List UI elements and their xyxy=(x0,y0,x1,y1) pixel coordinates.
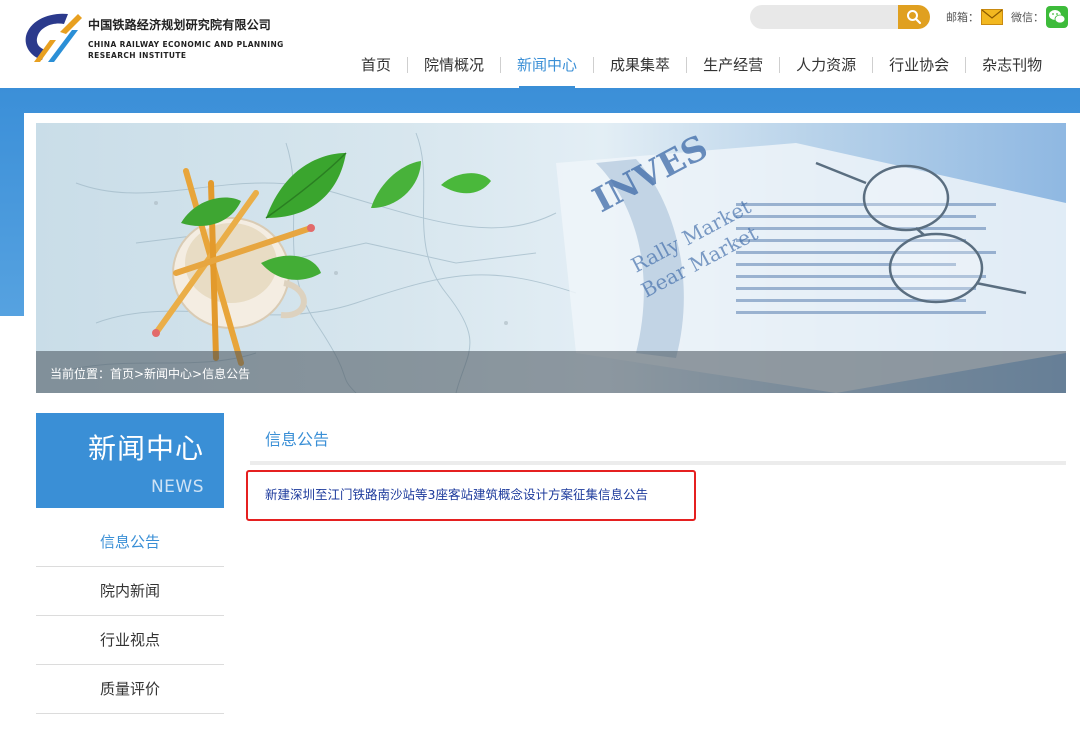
nav-item-home[interactable]: 首页 xyxy=(345,50,407,80)
nav-item-journals[interactable]: 杂志刊物 xyxy=(966,50,1058,80)
site-header: 中国铁路经济规划研究院有限公司 CHINA RAILWAY ECONOMIC A… xyxy=(0,0,1080,88)
news-item-link[interactable]: 新建深圳至江门铁路南沙站等3座客站建筑概念设计方案征集信息公告 xyxy=(265,484,648,503)
nav-item-association[interactable]: 行业协会 xyxy=(873,50,965,80)
sidebar-title-en: NEWS xyxy=(150,477,204,497)
search-input[interactable] xyxy=(750,5,898,29)
search-button[interactable] xyxy=(898,5,930,29)
nav-item-hr[interactable]: 人力资源 xyxy=(780,50,872,80)
nav-item-news[interactable]: 新闻中心 xyxy=(501,50,593,80)
section-title: 信息公告 xyxy=(265,430,330,449)
mail-label: 邮箱： xyxy=(946,11,979,24)
wechat-icon[interactable] xyxy=(1046,6,1068,28)
search-icon xyxy=(907,10,922,25)
contact-links: 邮箱： 微信： xyxy=(946,6,1068,28)
sidebar-header: 新闻中心 NEWS xyxy=(36,413,224,508)
section-divider xyxy=(250,461,1066,465)
sidebar-item-industry-views[interactable]: 行业视点 xyxy=(36,616,224,665)
nav-item-about[interactable]: 院情概况 xyxy=(408,50,500,80)
site-logo[interactable]: 中国铁路经济规划研究院有限公司 CHINA RAILWAY ECONOMIC A… xyxy=(20,10,284,66)
search-box xyxy=(750,5,930,29)
page-banner: INVES Rally Market Bear Market 当前位置：首页>新… xyxy=(36,123,1066,393)
sidebar-menu: 信息公告 院内新闻 行业视点 质量评价 xyxy=(36,518,224,714)
sidebar-item-internal-news[interactable]: 院内新闻 xyxy=(36,567,224,616)
sidebar-item-quality-evaluation[interactable]: 质量评价 xyxy=(36,665,224,714)
nav-item-business[interactable]: 生产经营 xyxy=(687,50,779,80)
breadcrumb-bar: 当前位置：首页>新闻中心>信息公告 xyxy=(36,351,1066,393)
main-nav: 首页 院情概况 新闻中心 成果集萃 生产经营 人力资源 行业协会 杂志刊物 xyxy=(345,50,1058,80)
logo-mark-icon xyxy=(25,13,82,62)
nav-item-achievements[interactable]: 成果集萃 xyxy=(594,50,686,80)
mail-icon[interactable] xyxy=(981,9,1003,25)
sidebar-title: 新闻中心 xyxy=(87,432,204,465)
logo-name-en: CHINA RAILWAY ECONOMIC AND PLANNING RESE… xyxy=(88,40,284,60)
breadcrumb: 当前位置：首页>新闻中心>信息公告 xyxy=(50,367,251,381)
wechat-label: 微信： xyxy=(1011,11,1044,24)
sidebar-item-announcements[interactable]: 信息公告 xyxy=(36,518,224,567)
logo-name-cn: 中国铁路经济规划研究院有限公司 xyxy=(88,18,272,32)
